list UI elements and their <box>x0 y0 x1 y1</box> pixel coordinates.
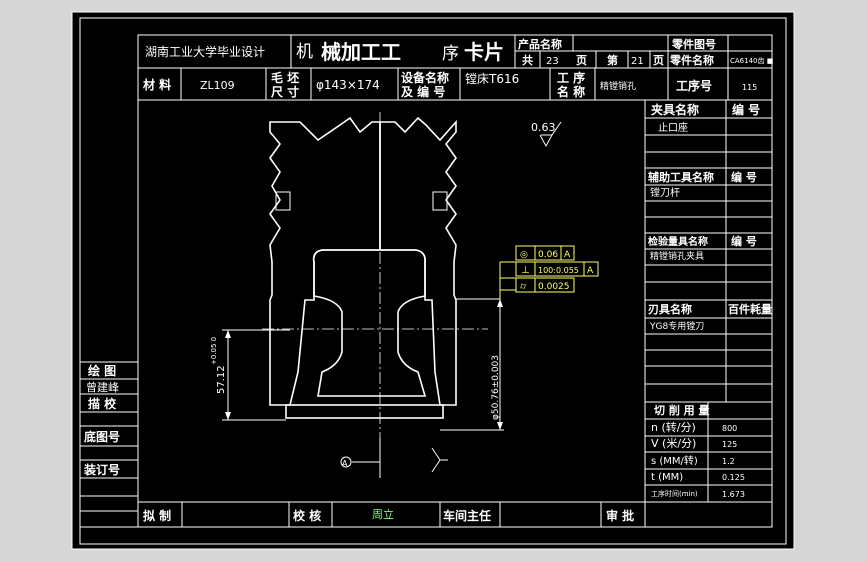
cut-row-value: 1.2 <box>722 457 735 466</box>
part-name-value: CA6140齿 ■ <box>730 57 773 65</box>
equip-label-1: 设备名称 <box>401 70 449 85</box>
equip-label-2: 及 编 号 <box>401 84 445 99</box>
check-name: 周立 <box>372 507 394 521</box>
cut-row-label: s (MM/转) <box>651 454 698 467</box>
dim-right-value: φ50.76±0.003 <box>491 355 501 420</box>
perpendicularity-symbol: ⊥ <box>521 265 530 276</box>
tolerance-3-value: 0.0025 <box>538 282 570 292</box>
material-label: 材 料 <box>142 77 171 92</box>
process-card-canvas: 湖南工业大学毕业设计 机 械加工工 序 卡片 产品名称 零件图号 共 23 页 … <box>0 0 867 562</box>
workshop-director-label: 车间主任 <box>443 508 491 523</box>
cut-row-value: 0.125 <box>722 473 745 482</box>
process-no-label: 工序号 <box>676 78 712 93</box>
school-name: 湖南工业大学毕业设计 <box>145 44 265 59</box>
material-value: ZL109 <box>200 79 235 92</box>
page-unit-1: 页 <box>576 54 587 67</box>
equip-value: 镗床T616 <box>465 72 519 86</box>
tolerance-2-ref: A <box>587 266 594 276</box>
dim-left-value: 57.12 <box>216 365 227 394</box>
aux-tool-no-label: 编 号 <box>731 170 757 184</box>
tolerance-2-value: 100:0.055 <box>538 266 579 275</box>
process-no-value: 115 <box>742 83 757 92</box>
fixture-no-label: 编 号 <box>731 102 760 117</box>
product-name-label: 产品名称 <box>518 37 562 51</box>
card-title-part-4: 卡片 <box>464 40 504 64</box>
check-label: 校 核 <box>293 508 321 523</box>
part-drawing-label: 零件图号 <box>671 37 716 51</box>
blank-label-2: 尺 寸 <box>271 84 299 99</box>
part-name-label: 零件名称 <box>669 53 714 67</box>
dim-left-tolerance: +0.05 0 <box>210 337 218 365</box>
gauge-no-label: 编 号 <box>731 234 757 248</box>
gauge-label: 检验量具名称 <box>648 235 708 248</box>
draw-label: 绘 图 <box>88 363 116 378</box>
approve-label: 审 批 <box>606 508 634 523</box>
cut-row-label: t (MM) <box>651 472 683 483</box>
process-label-1: 工 序 <box>557 70 585 85</box>
aux-tool-value: 镗刀杆 <box>650 186 680 199</box>
total-label: 共 <box>522 53 533 67</box>
gauge-value: 精镗销孔夹具 <box>650 250 704 262</box>
cut-row-value: 125 <box>722 440 737 449</box>
page-unit-2: 页 <box>653 54 664 67</box>
blank-label-1: 毛 坯 <box>271 70 299 85</box>
datum-label: A <box>342 459 348 468</box>
concentricity-symbol: ◎ <box>520 250 528 260</box>
tool-consumption-label: 百件耗量 <box>728 302 772 316</box>
aux-tool-label: 辅助工具名称 <box>648 170 714 184</box>
tolerance-1-value: 0.06 <box>538 250 558 260</box>
process-label-2: 名 称 <box>557 84 585 99</box>
cutting-params-title: 切 削 用 量 <box>654 403 710 417</box>
card-title-part-2: 械加工工 <box>321 40 401 64</box>
current-label: 第 <box>607 53 618 67</box>
cut-row-label: V (米/分) <box>651 437 696 450</box>
base-drawing-label: 底图号 <box>84 429 120 444</box>
cut-row-label: n (转/分) <box>651 420 696 434</box>
roughness-value: 0.63 <box>531 121 556 134</box>
process-value: 精镗销孔 <box>600 80 636 92</box>
cut-row-value: 1.673 <box>722 490 745 499</box>
cutting-tool-value: YG8专用镗刀 <box>649 320 704 332</box>
binding-label: 装订号 <box>83 462 120 477</box>
cut-row-label: 工序时间(min) <box>651 489 698 498</box>
card-title-part-1: 机 <box>296 42 313 62</box>
fixture-value: 止口座 <box>658 121 688 134</box>
total-pages: 23 <box>546 56 559 67</box>
fixture-label: 夹具名称 <box>651 102 699 117</box>
card-title-part-3: 序 <box>442 44 459 64</box>
cylindricity-symbol: ⌭ <box>520 282 527 292</box>
trace-label: 描 校 <box>88 396 117 411</box>
tolerance-1-ref: A <box>564 250 571 260</box>
cutting-tool-label: 刃具名称 <box>648 302 692 316</box>
blank-value: φ143×174 <box>316 78 380 92</box>
draft-label: 拟 制 <box>143 508 171 523</box>
draw-name: 曾建峰 <box>86 380 119 394</box>
cut-row-value: 800 <box>722 424 737 433</box>
current-page: 21 <box>631 56 644 67</box>
